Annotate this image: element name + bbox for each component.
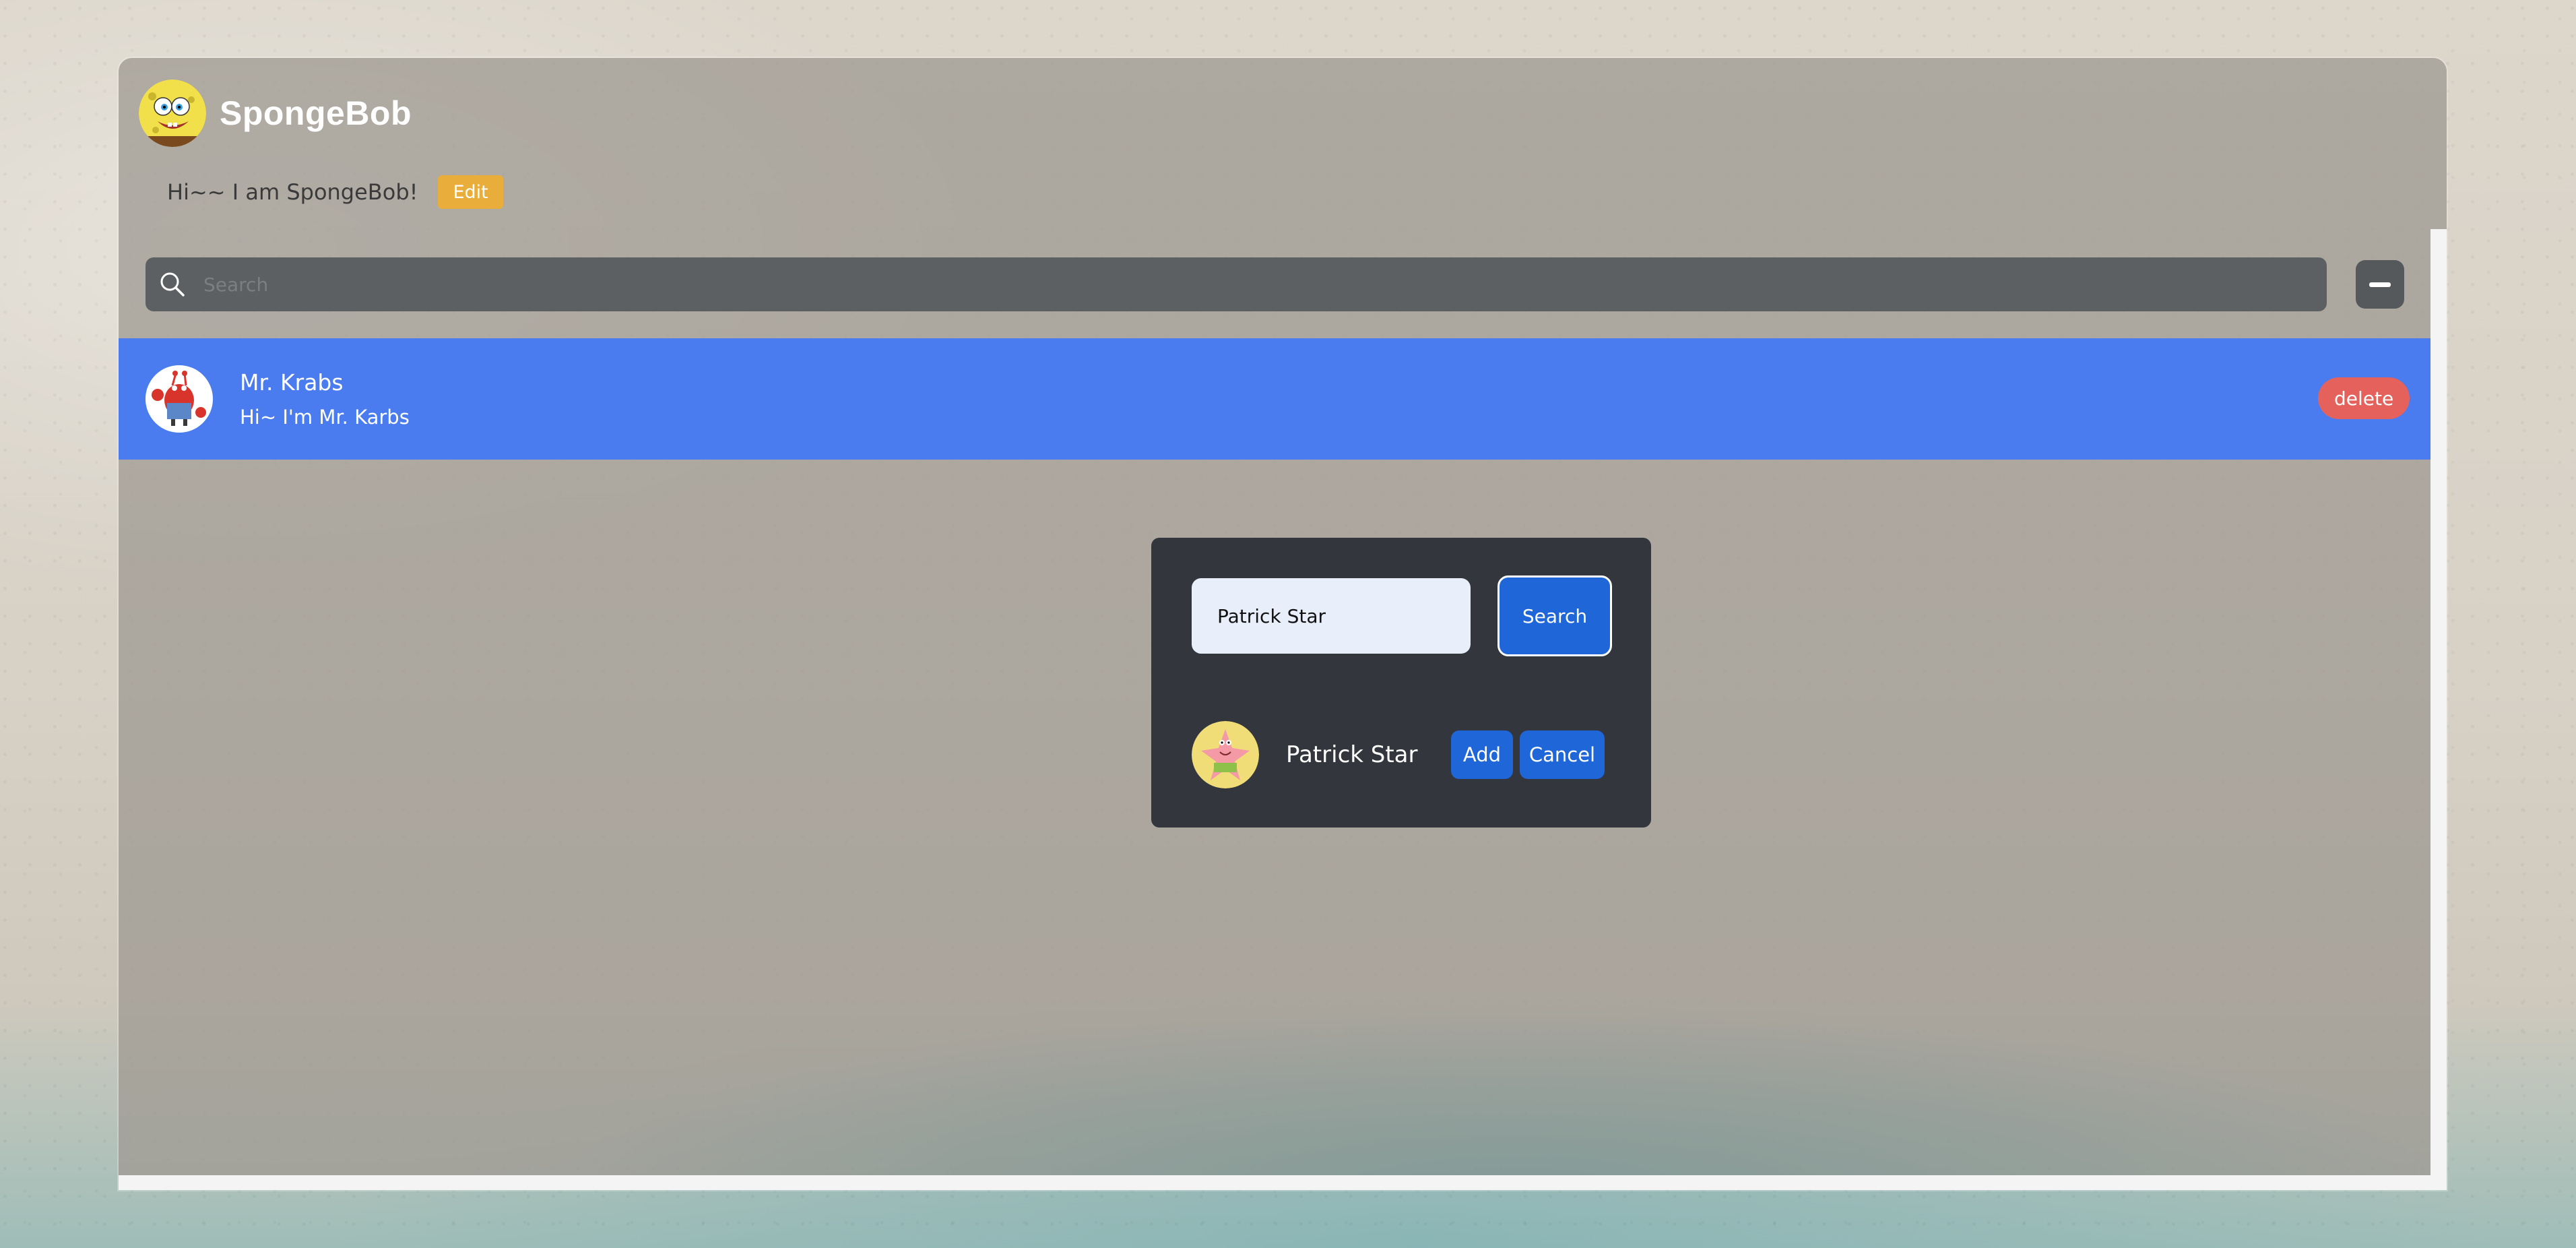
search-icon [160, 272, 185, 297]
add-friend-button[interactable]: Add [1451, 730, 1513, 779]
cancel-button[interactable]: Cancel [1520, 730, 1605, 779]
friend-search-input[interactable] [1192, 578, 1471, 654]
delete-contact-button[interactable]: delete [2318, 377, 2410, 419]
contact-bio: Hi~ I'm Mr. Karbs [240, 406, 410, 429]
contact-list-item[interactable]: Mr. Krabs Hi~ I'm Mr. Karbs delete [119, 338, 2430, 460]
chat-app-window: SpongeBob Hi~~ I am SpongeBob! Edit Sear… [119, 58, 2447, 1190]
spongebob-avatar[interactable] [139, 80, 206, 147]
contact-search-bar [146, 257, 2327, 311]
search-result-name: Patrick Star [1286, 741, 1418, 768]
collapse-button[interactable] [2356, 260, 2404, 309]
profile-header: SpongeBob [139, 80, 412, 147]
edit-status-button[interactable]: Edit [438, 175, 503, 209]
mr-krabs-avatar [146, 365, 213, 433]
contact-name: Mr. Krabs [240, 369, 344, 396]
status-row: Hi~~ I am SpongeBob! Edit [167, 173, 503, 212]
status-message: Hi~~ I am SpongeBob! [167, 179, 418, 205]
friend-search-button[interactable]: Search [1498, 575, 1612, 656]
add-friend-modal: Search Patrick Star Add Cancel [1151, 538, 1651, 828]
patrick-star-avatar [1192, 721, 1259, 788]
window-edge-right [2430, 229, 2447, 1190]
contact-info: Mr. Krabs Hi~ I'm Mr. Karbs [240, 369, 410, 429]
profile-name: SpongeBob [220, 94, 412, 132]
window-edge-bottom [119, 1175, 2447, 1190]
search-input[interactable] [202, 272, 2313, 297]
minus-icon [2369, 282, 2391, 287]
